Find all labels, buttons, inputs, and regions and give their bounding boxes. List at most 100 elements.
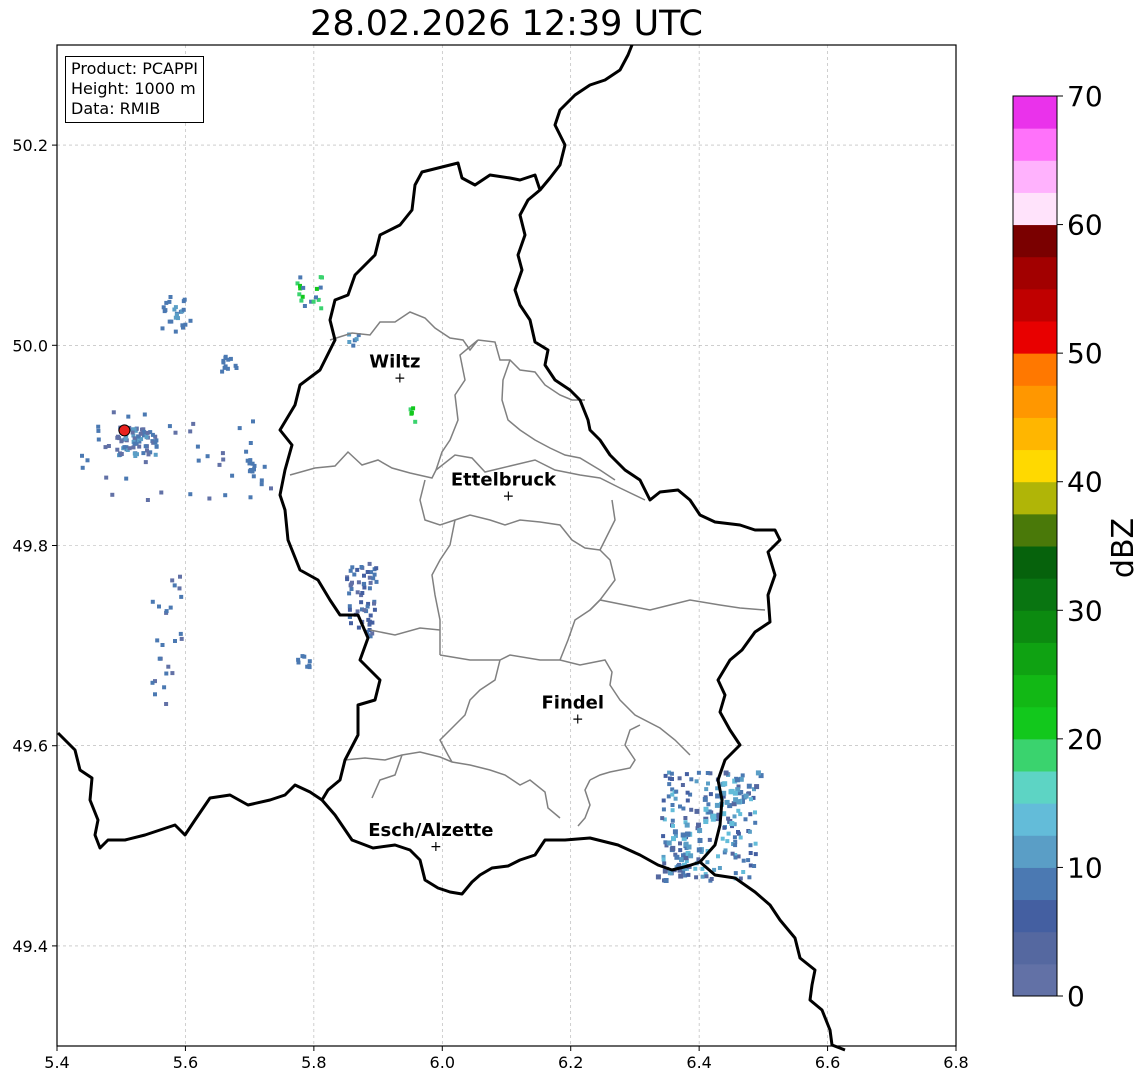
echo-pixel — [700, 874, 705, 879]
echo-pixel — [683, 855, 689, 861]
echo-pixel — [179, 636, 184, 641]
echo-pixel — [370, 631, 375, 636]
echo-pixel — [347, 604, 352, 609]
echo-pixel — [173, 639, 177, 643]
echo-pixel — [722, 825, 727, 830]
echo-pixel — [671, 823, 675, 828]
echo-pixel — [736, 830, 740, 834]
echo-pixel — [753, 841, 758, 846]
echo-pixel — [685, 831, 691, 837]
echo-pixel — [168, 605, 173, 610]
colorbar-segment — [1013, 96, 1057, 129]
x-tick-label: 5.6 — [173, 1053, 198, 1072]
echo-pixel — [732, 790, 738, 796]
echo-pixel — [350, 565, 355, 570]
colorbar-tick-label: 70 — [1067, 80, 1103, 113]
echo-pixel — [225, 366, 230, 371]
echo-pixel — [146, 452, 151, 457]
echo-pixel — [723, 848, 728, 853]
colorbar-segment — [1013, 771, 1057, 804]
echo-pixel — [733, 855, 738, 860]
echo-pixel — [663, 878, 669, 883]
echo-pixel — [697, 828, 703, 833]
echo-pixel — [168, 295, 173, 299]
echo-pixel — [157, 656, 162, 661]
echo-pixel — [170, 671, 175, 676]
colorbar-segment — [1013, 481, 1057, 515]
echo-pixel — [678, 848, 683, 853]
echo-pixel — [262, 464, 267, 469]
echo-pixel — [689, 777, 694, 782]
y-axis-ticks: 50.2 50.0 49.8 49.6 49.4 — [12, 136, 57, 956]
colorbar-tick-label: 0 — [1067, 980, 1085, 1013]
echo-pixel — [705, 860, 710, 865]
colorbar-segment — [1013, 513, 1057, 547]
echo-pixel — [163, 308, 168, 313]
echo-pixel — [673, 796, 678, 801]
town-label: Wiltz — [369, 351, 420, 372]
echo-pixel — [349, 621, 353, 626]
echo-pixel — [725, 839, 730, 844]
echo-pixel — [736, 808, 741, 813]
echo-pixel — [355, 567, 360, 572]
echo-pixel — [269, 486, 273, 491]
echo-pixel — [345, 577, 350, 582]
colorbar-tick-label: 10 — [1067, 851, 1103, 884]
echo-pixel — [755, 770, 761, 776]
district-border — [589, 599, 766, 611]
colorbar-segment — [1013, 288, 1057, 322]
echo-pixel — [173, 430, 178, 435]
town-label: Findel — [542, 693, 605, 714]
echo-pixel — [720, 836, 725, 841]
echo-pixel — [667, 776, 672, 781]
district-border — [501, 359, 616, 481]
echo-pixel — [685, 790, 690, 795]
echo-pixel — [115, 447, 120, 452]
echo-pixel — [730, 851, 735, 856]
echo-pixel — [368, 613, 373, 618]
town-marker: + — [503, 488, 515, 504]
echo-pixel — [182, 297, 187, 302]
echo-pixel — [153, 452, 158, 457]
echo-pixel — [167, 424, 172, 429]
echo-pixel — [674, 789, 679, 794]
echo-pixel — [220, 451, 225, 456]
echo-pixel — [729, 821, 735, 826]
echo-pixel — [372, 572, 377, 577]
echo-pixel — [318, 285, 323, 290]
district-border — [439, 659, 501, 763]
echo-pixel — [356, 625, 361, 630]
district-border — [577, 779, 591, 827]
echo-pixel — [217, 462, 222, 467]
echo-pixel — [170, 578, 175, 583]
colorbar-segment — [1013, 803, 1057, 836]
y-tick-label: 49.8 — [12, 537, 48, 556]
echo-pixel — [150, 599, 155, 604]
echo-pixel — [714, 802, 720, 808]
echo-pixel — [96, 437, 101, 442]
district-border — [371, 754, 403, 799]
echo-pixel — [672, 829, 678, 835]
echo-pixel — [162, 685, 167, 690]
echo-pixel — [131, 445, 136, 450]
echo-pixel — [374, 566, 379, 571]
echo-pixel — [259, 478, 264, 483]
colorbar — [1013, 96, 1057, 997]
echo-pixel — [748, 851, 753, 855]
echo-pixel — [164, 702, 169, 706]
echo-pixel — [119, 452, 124, 456]
echo-pixel — [196, 458, 201, 463]
echo-pixel — [694, 808, 700, 814]
colorbar-segment — [1013, 224, 1057, 258]
height-label: Height: 1000 m — [71, 79, 196, 98]
echo-pixel — [248, 495, 253, 500]
x-tick-label: 6.0 — [430, 1053, 455, 1072]
echo-pixel — [228, 356, 233, 361]
echo-pixel — [172, 583, 177, 588]
echo-pixel — [221, 457, 226, 462]
echo-pixel — [359, 565, 364, 569]
germany-france-border — [699, 860, 846, 1052]
echo-pixel — [143, 444, 148, 449]
echo-pixel — [366, 617, 371, 622]
echo-pixel — [221, 360, 226, 365]
